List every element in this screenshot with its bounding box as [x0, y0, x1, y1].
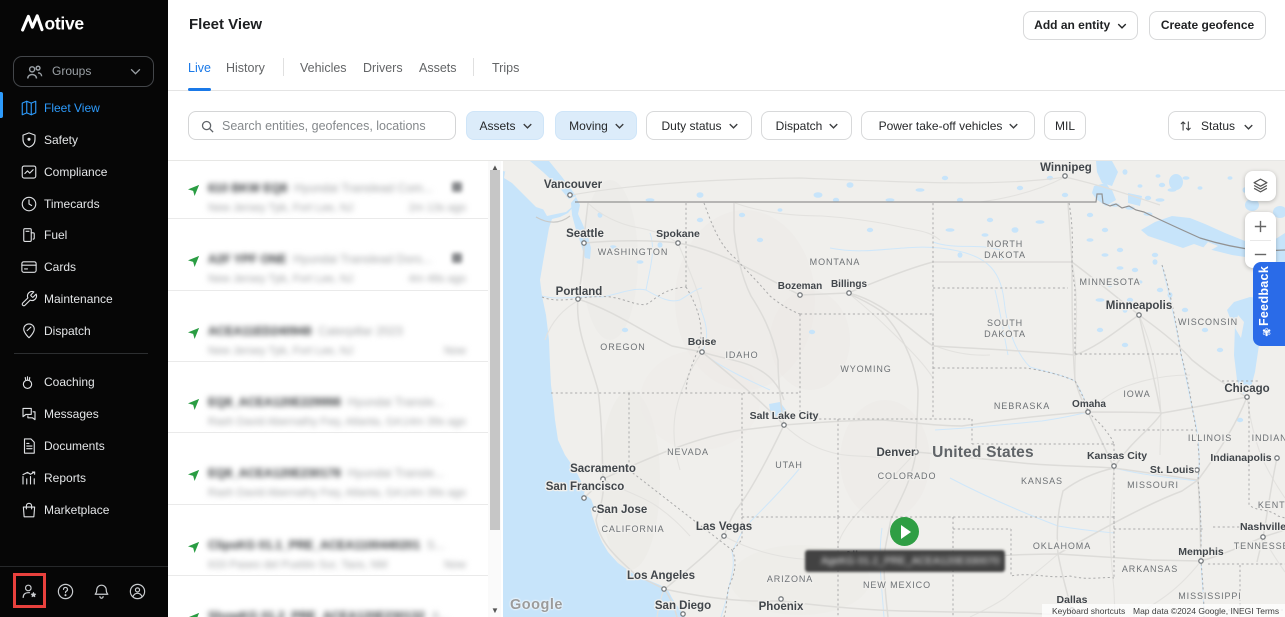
svg-text:ARKANSAS: ARKANSAS [1122, 564, 1178, 574]
svg-text:Sacramento: Sacramento [570, 463, 636, 475]
svg-text:Boise: Boise [688, 336, 717, 348]
svg-text:Indianapolis: Indianapolis [1210, 452, 1271, 464]
svg-text:Minneapolis: Minneapolis [1106, 300, 1172, 312]
svg-text:MINNESOTA: MINNESOTA [1080, 277, 1141, 287]
svg-text:Memphis: Memphis [1178, 546, 1224, 558]
svg-text:Portland: Portland [556, 286, 603, 298]
svg-text:otive: otive [45, 14, 85, 34]
svg-text:COLORADO: COLORADO [878, 471, 937, 481]
svg-text:NORTH: NORTH [987, 239, 1023, 249]
svg-text:KENTUCKY: KENTUCKY [1258, 500, 1285, 510]
svg-text:Bozeman: Bozeman [778, 281, 822, 292]
svg-text:Omaha: Omaha [1072, 399, 1106, 410]
svg-text:NEBRASKA: NEBRASKA [994, 401, 1050, 411]
svg-text:San Diego: San Diego [655, 600, 711, 612]
svg-text:San Jose: San Jose [597, 504, 648, 516]
svg-text:Winnipeg: Winnipeg [1040, 162, 1092, 174]
svg-text:CALIFORNIA: CALIFORNIA [601, 524, 664, 534]
svg-text:Seattle: Seattle [566, 228, 604, 240]
svg-text:Nashville: Nashville [1240, 521, 1285, 533]
svg-text:Vancouver: Vancouver [544, 179, 603, 191]
svg-text:ARIZONA: ARIZONA [767, 574, 813, 584]
svg-text:WASHINGTON: WASHINGTON [598, 247, 669, 257]
svg-text:Spokane: Spokane [656, 228, 700, 240]
svg-text:Chicago: Chicago [1224, 383, 1269, 395]
svg-text:San Francisco: San Francisco [546, 481, 625, 493]
svg-text:Kansas City: Kansas City [1087, 450, 1147, 462]
svg-text:United States: United States [932, 444, 1034, 461]
svg-text:SOUTH: SOUTH [987, 318, 1023, 328]
svg-text:Las Vegas: Las Vegas [696, 521, 752, 533]
svg-text:OREGON: OREGON [600, 342, 645, 352]
svg-text:MISSOURI: MISSOURI [1127, 480, 1179, 490]
svg-text:Phoenix: Phoenix [759, 601, 804, 613]
svg-text:IOWA: IOWA [1123, 389, 1150, 399]
svg-text:KANSAS: KANSAS [1021, 476, 1063, 486]
svg-text:ILLINOIS: ILLINOIS [1188, 433, 1232, 443]
svg-text:DAKOTA: DAKOTA [984, 329, 1026, 339]
svg-text:MISSISSIPPI: MISSISSIPPI [1178, 591, 1241, 601]
svg-text:Denver: Denver [877, 447, 917, 459]
svg-text:WYOMING: WYOMING [840, 364, 891, 374]
svg-text:TENNESSEE: TENNESSEE [1234, 541, 1285, 551]
svg-text:Salt Lake City: Salt Lake City [750, 410, 819, 422]
svg-text:St. Louis: St. Louis [1150, 464, 1194, 476]
svg-text:MONTANA: MONTANA [810, 257, 861, 267]
svg-text:OKLAHOMA: OKLAHOMA [1033, 541, 1091, 551]
svg-text:INDIANA: INDIANA [1252, 433, 1285, 443]
svg-text:UTAH: UTAH [775, 460, 802, 470]
svg-text:Billings: Billings [831, 279, 868, 290]
svg-text:Los Angeles: Los Angeles [627, 570, 695, 582]
svg-text:WISCONSIN: WISCONSIN [1178, 317, 1238, 327]
svg-text:NEW MEXICO: NEW MEXICO [863, 580, 931, 590]
svg-text:IDAHO: IDAHO [725, 350, 758, 360]
svg-text:NEVADA: NEVADA [667, 447, 709, 457]
svg-text:DAKOTA: DAKOTA [984, 250, 1026, 260]
